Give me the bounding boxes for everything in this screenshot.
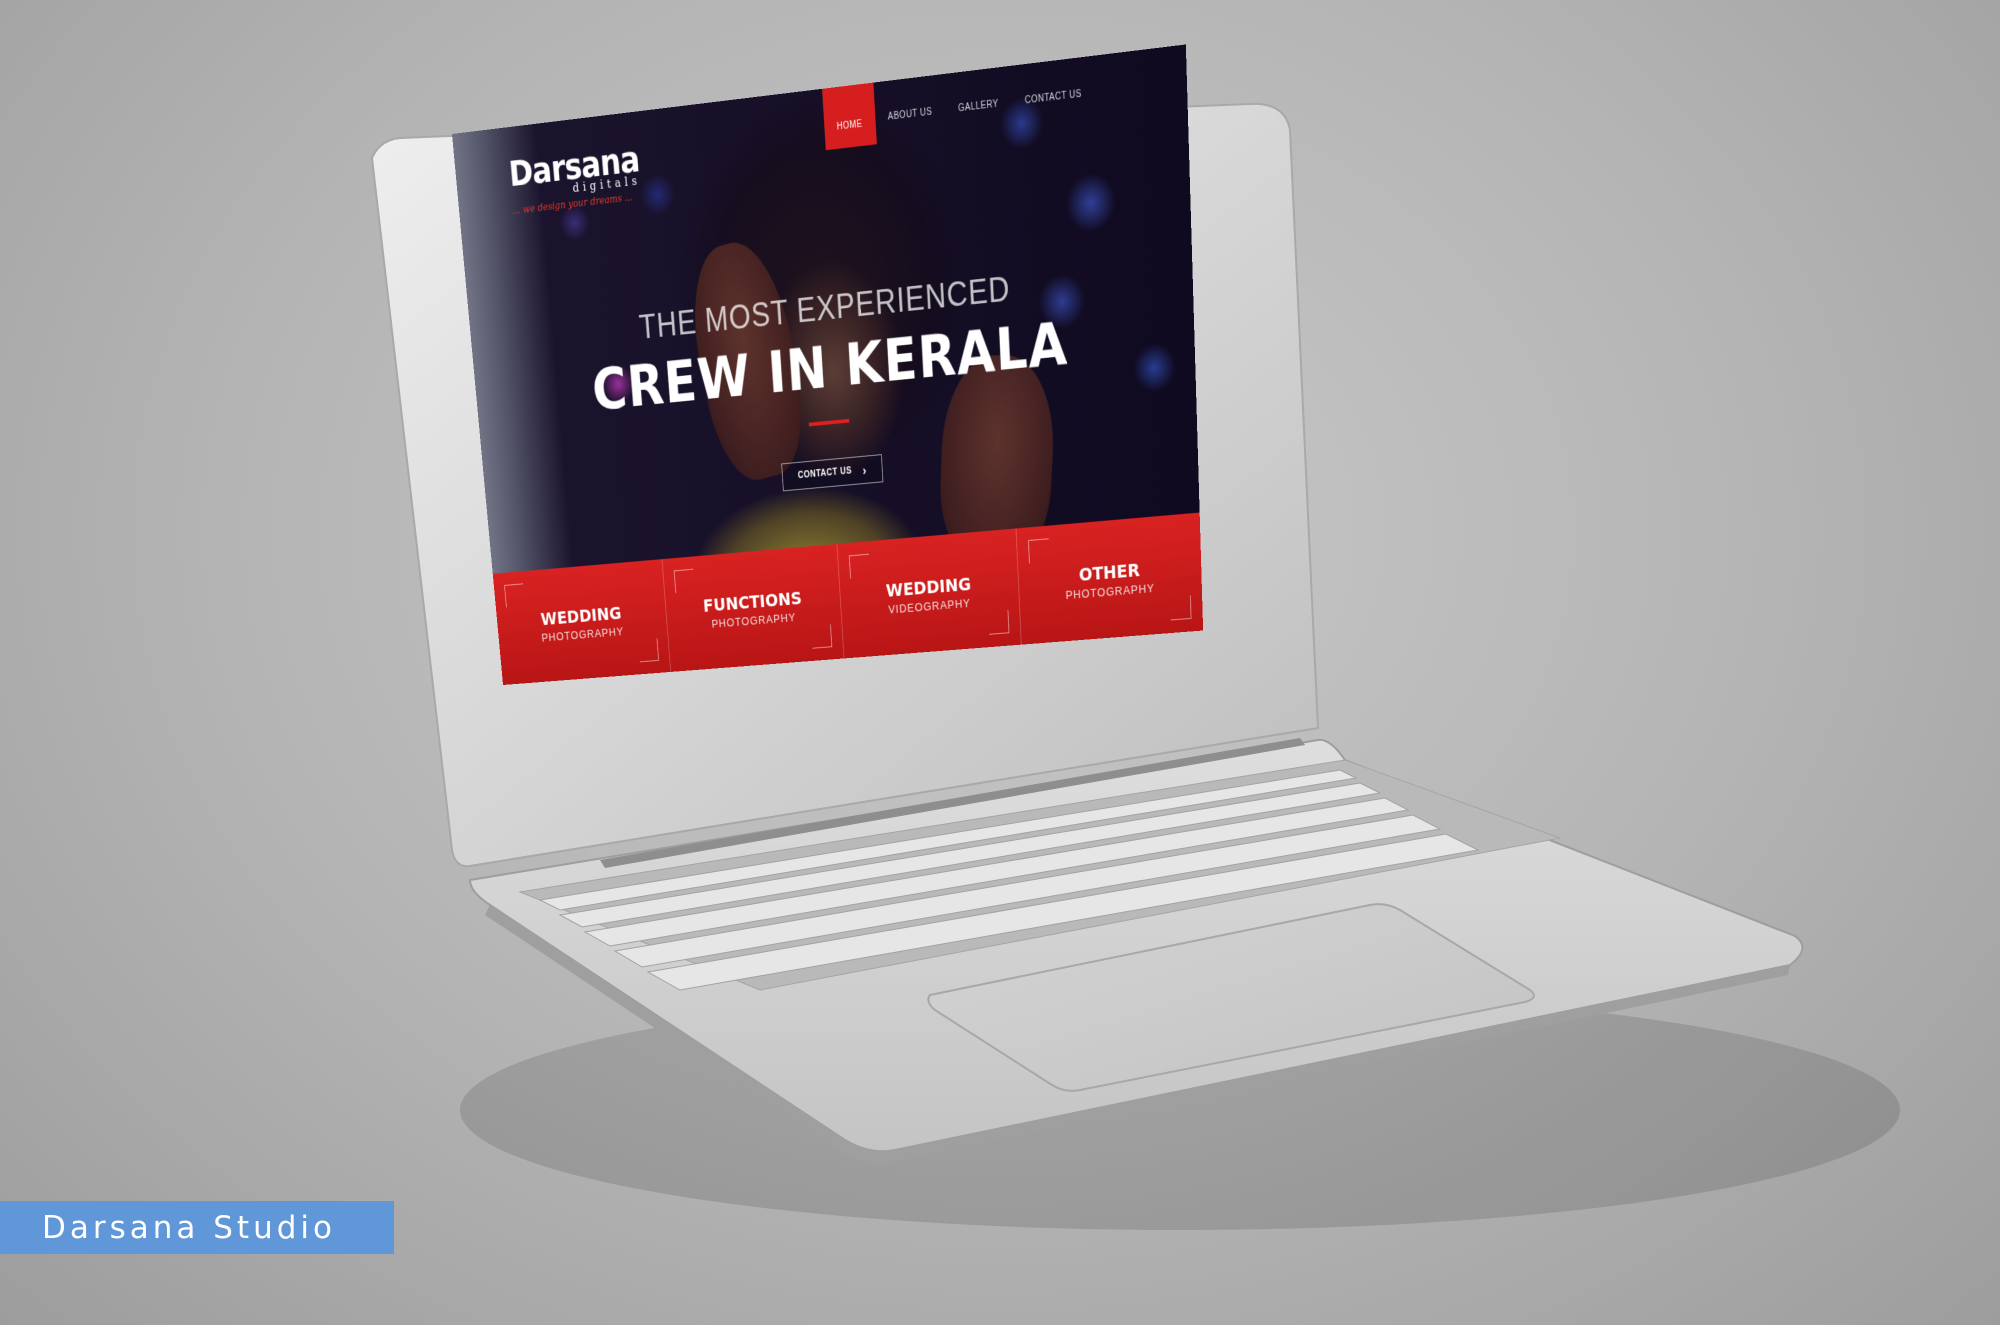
watermark-badge: Darsana Studio [0,1201,394,1254]
service-tile-wedding-photography[interactable]: WEDDING PHOTOGRAPHY [492,559,672,685]
tile-corner-decoration [848,553,870,579]
tile-corner-decoration [673,568,696,594]
service-tile-functions-photography[interactable]: FUNCTIONS PHOTOGRAPHY [662,543,845,672]
contact-us-button-label: CONTACT US [797,466,853,481]
tile-corner-decoration [638,638,660,663]
nav-gallery[interactable]: GALLERY [943,66,1012,126]
service-title: OTHER [1078,558,1141,586]
laptop-screen: Darsana digitals ... we design your drea… [0,0,2000,1325]
tile-corner-decoration [1027,538,1050,564]
service-tile-other-photography[interactable]: OTHER PHOTOGRAPHY [1016,513,1203,645]
tile-corner-decoration [504,583,526,608]
service-tile-wedding-videography[interactable]: WEDDING VIDEOGRAPHY [836,528,1022,659]
tile-corner-decoration [810,624,832,649]
nav-home[interactable]: HOME [821,82,877,151]
chevron-right-icon: › [862,462,868,478]
website-viewport: Darsana digitals ... we design your drea… [452,44,1204,685]
hero-divider [808,418,850,427]
nav-contact-us[interactable]: CONTACT US [1010,56,1096,118]
tile-corner-decoration [1169,595,1192,621]
nav-about-us[interactable]: ABOUT US [873,74,946,134]
tile-corner-decoration [987,610,1010,635]
